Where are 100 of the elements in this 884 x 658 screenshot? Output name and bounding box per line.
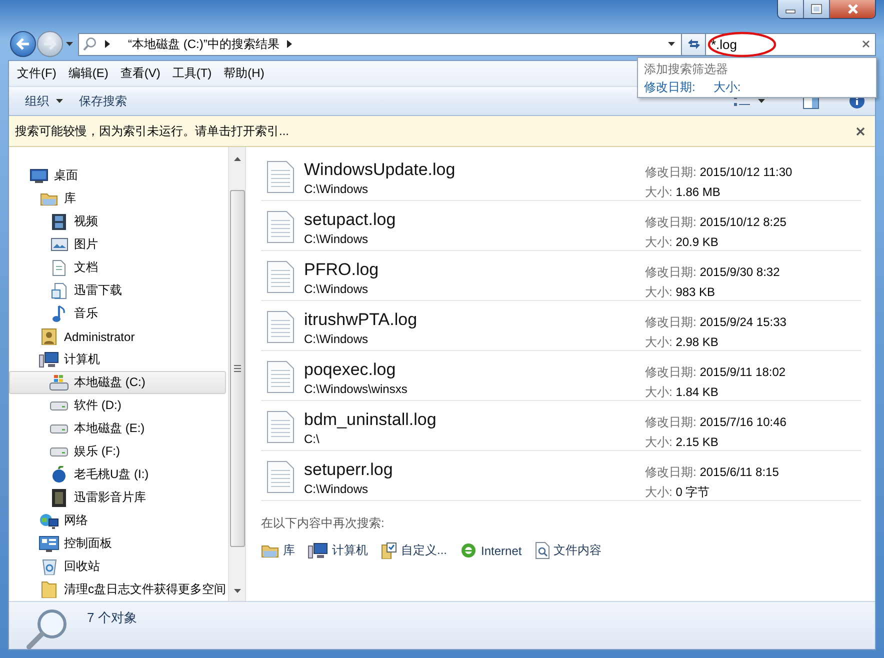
tree-item-label: 软件 (D:): [74, 397, 122, 414]
maximize-button[interactable]: [804, 0, 830, 18]
caret-icon: [56, 99, 63, 103]
field-label: 修改日期:: [645, 465, 696, 479]
filter-link[interactable]: 大小:: [713, 78, 741, 96]
file-size: 1.84 KB: [676, 385, 718, 399]
tree-item[interactable]: 计算机: [9, 348, 226, 371]
tree-item[interactable]: 软件 (D:): [9, 394, 226, 417]
search-location-link[interactable]: 自定义...: [381, 542, 448, 559]
tree-item[interactable]: 文档: [9, 256, 226, 279]
close-button[interactable]: [830, 0, 875, 18]
menu-item[interactable]: 帮助(H): [218, 65, 270, 82]
caret-icon: [66, 42, 73, 46]
tree-item[interactable]: Administrator: [9, 325, 226, 348]
tree-item-label: 计算机: [64, 351, 100, 368]
field-label: 修改日期:: [645, 415, 696, 429]
breadcrumb-arrow-icon: [105, 40, 110, 48]
file-location: C:\Windows: [304, 281, 370, 298]
refresh-button[interactable]: [682, 32, 706, 56]
history-button[interactable]: [64, 42, 75, 46]
close-icon[interactable]: [856, 126, 865, 136]
field-label: 大小:: [645, 285, 672, 299]
tree-item[interactable]: 控制面板: [9, 532, 226, 555]
scrollbar[interactable]: [228, 147, 245, 601]
back-button[interactable]: [10, 31, 36, 57]
modified-date: 2015/9/11 18:02: [700, 365, 786, 379]
file-name: WindowsUpdate.log: [304, 160, 456, 180]
result-item[interactable]: setuperr.log C:\Windows 修改日期: 2015/6/11 8:15 大小: 0 字节: [261, 451, 861, 501]
tree-item[interactable]: 本地磁盘 (C:): [9, 371, 226, 394]
search-box[interactable]: *.log: [706, 32, 876, 56]
modified-date: 2015/6/11 8:15: [700, 465, 779, 479]
system-drive-icon: [49, 374, 69, 391]
tree-item[interactable]: 老毛桃U盘 (I:): [9, 463, 226, 486]
result-item[interactable]: bdm_uninstall.log C:\ 修改日期: 2015/7/16 10:46 大小: 2.15 KB: [261, 401, 861, 451]
field-label: 修改日期:: [645, 365, 696, 379]
address-bar[interactable]: “本地磁盘 (C:)”中的搜索结果: [78, 32, 682, 56]
field-label: 修改日期:: [645, 315, 696, 329]
result-item[interactable]: setupact.log C:\Windows 修改日期: 2015/10/12 8:25 大小: 20.9 KB: [261, 201, 861, 251]
refresh-arrows-icon: [686, 37, 702, 51]
menu-item[interactable]: 查看(V): [114, 65, 166, 82]
item-count: 7 个对象: [87, 609, 137, 627]
result-item[interactable]: WindowsUpdate.log C:\Windows 修改日期: 2015/10/12 11:30 大小: 1.86 MB: [261, 151, 861, 201]
search-location-link[interactable]: 计算机: [308, 542, 368, 559]
text-file-icon: [267, 261, 294, 293]
search-location-link[interactable]: 库: [261, 542, 295, 559]
tree-item[interactable]: 本地磁盘 (E:): [9, 417, 226, 440]
modified-date: 2015/10/12 8:25: [700, 215, 786, 229]
modified-date: 2015/9/30 8:32: [700, 265, 780, 279]
scroll-thumb[interactable]: [230, 190, 244, 547]
result-item[interactable]: poqexec.log C:\Windows\winsxs 修改日期: 2015/9/11 18:02 大小: 1.84 KB: [261, 351, 861, 401]
file-location: C:\: [304, 431, 320, 448]
menu-item[interactable]: 工具(T): [166, 65, 218, 82]
tree-item[interactable]: 迅雷下载: [9, 279, 226, 302]
menu-item[interactable]: 文件(F): [11, 65, 62, 82]
result-item[interactable]: PFRO.log C:\Windows 修改日期: 2015/9/30 8:32 大小: 983 KB: [261, 251, 861, 301]
breadcrumb-arrow-icon: [287, 40, 292, 48]
file-location: C:\Windows: [304, 481, 370, 498]
tree-item-label: 本地磁盘 (C:): [74, 374, 146, 391]
organize-menu-button[interactable]: 组织: [17, 90, 71, 112]
clear-icon[interactable]: [862, 40, 870, 48]
search-field[interactable]: *.log: [711, 36, 862, 52]
field-label: 大小:: [645, 435, 672, 449]
tree-item-label: 迅雷下载: [74, 282, 122, 299]
tree-item[interactable]: 娱乐 (F:): [9, 440, 226, 463]
tree-item[interactable]: 视频: [9, 210, 226, 233]
toolbar-button[interactable]: 保存搜索: [71, 90, 135, 112]
filter-link[interactable]: 修改日期:: [644, 78, 696, 96]
address-path[interactable]: “本地磁盘 (C:)”中的搜索结果: [128, 36, 280, 52]
field-label: 大小:: [645, 185, 672, 199]
tree-item[interactable]: 图片: [9, 233, 226, 256]
tree-item[interactable]: 音乐: [9, 302, 226, 325]
control-panel-icon: [39, 536, 59, 552]
scroll-up-icon[interactable]: [234, 157, 240, 161]
tree-item[interactable]: 库: [9, 187, 226, 210]
field-label: 修改日期:: [645, 165, 696, 179]
network-icon: [39, 512, 59, 528]
tree-item[interactable]: 迅雷影音片库: [9, 486, 226, 509]
tree-item-label: 迅雷影音片库: [74, 489, 146, 506]
search-location-link[interactable]: Internet: [460, 542, 522, 559]
tree-item[interactable]: 桌面: [9, 164, 226, 187]
maximize-icon: [811, 4, 822, 14]
search-location-link[interactable]: 文件内容: [534, 542, 602, 559]
file-location: C:\Windows\winsxs: [304, 381, 408, 398]
scroll-down-icon[interactable]: [234, 589, 240, 593]
file-size: 0 字节: [676, 485, 710, 499]
desktop-icon: [30, 168, 48, 182]
text-file-icon: [267, 461, 294, 493]
tree-item-label: 库: [64, 190, 76, 207]
film-icon: [52, 488, 66, 506]
menu-item[interactable]: 编辑(E): [62, 65, 114, 82]
picture-icon: [50, 238, 68, 251]
tree-item[interactable]: 清理c盘日志文件获得更多空间: [9, 578, 226, 598]
file-name: poqexec.log: [304, 360, 397, 380]
tree-item[interactable]: 回收站: [9, 555, 226, 578]
result-item[interactable]: itrushwPTA.log C:\Windows 修改日期: 2015/9/24 15:33 大小: 2.98 KB: [261, 301, 861, 351]
file-location: C:\Windows: [304, 331, 370, 348]
minimize-button[interactable]: [778, 0, 804, 18]
tree-item[interactable]: 网络: [9, 509, 226, 532]
tree-item-label: 音乐: [74, 305, 98, 322]
field-label: 修改日期:: [645, 215, 696, 229]
